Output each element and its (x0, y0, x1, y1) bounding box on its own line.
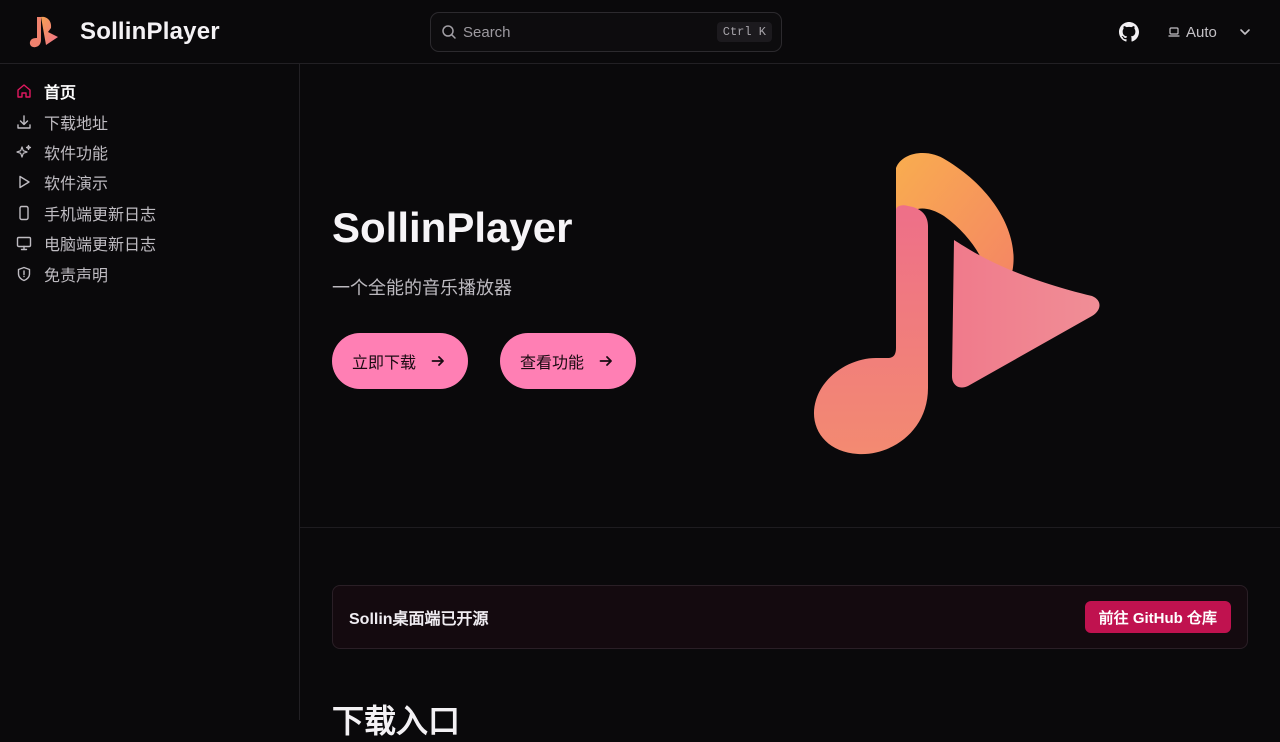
sidebar-item-label: 手机端更新日志 (44, 206, 157, 224)
sidebar-nav: 首页 下载地址 软件功能 软件演示 手机端更新日志 电脑端更新日志 免责声明 (0, 76, 299, 289)
main-content: SollinPlayer 一个全能的音乐播放器 立即下载 查看功能 Sollin… (300, 64, 1280, 739)
search-icon (442, 25, 456, 39)
sidebar-item-home[interactable]: 首页 (0, 76, 299, 106)
laptop-icon (1168, 27, 1180, 37)
sidebar-item-label: 软件功能 (44, 145, 109, 163)
shield-icon (16, 266, 32, 282)
section-divider (300, 527, 1280, 528)
play-icon (16, 174, 32, 190)
sidebar-item-desktop-changelog[interactable]: 电脑端更新日志 (0, 228, 299, 258)
download-now-button[interactable]: 立即下载 (332, 333, 468, 389)
arrow-right-icon (599, 356, 612, 366)
github-repo-button[interactable]: 前往 GitHub 仓库 (1084, 601, 1231, 633)
sidebar-item-label: 首页 (44, 85, 77, 103)
app-name: SollinPlayer (80, 18, 220, 45)
button-label: 立即下载 (352, 355, 417, 372)
home-icon (16, 83, 32, 99)
sidebar: 首页 下载地址 软件功能 软件演示 手机端更新日志 电脑端更新日志 免责声明 (0, 64, 300, 720)
sidebar-item-label: 下载地址 (44, 115, 109, 133)
chevron-down-icon[interactable] (1238, 25, 1252, 39)
banner-text: Sollin桌面端已开源 (349, 611, 489, 628)
sidebar-item-label: 免责声明 (44, 267, 109, 285)
hero-subtitle: 一个全能的音乐播放器 (332, 278, 512, 298)
download-section-title: 下载入口 (332, 703, 461, 739)
download-icon (16, 114, 32, 130)
monitor-icon (16, 235, 32, 251)
github-icon[interactable] (1119, 22, 1139, 42)
sidebar-item-label: 软件演示 (44, 176, 109, 194)
top-bar: SollinPlayer Search Ctrl K Auto (0, 0, 1280, 64)
sidebar-item-label: 电脑端更新日志 (44, 237, 157, 255)
search-input[interactable]: Search Ctrl K (430, 12, 782, 52)
sidebar-item-download[interactable]: 下载地址 (0, 106, 299, 136)
sidebar-item-disclaimer[interactable]: 免责声明 (0, 258, 299, 288)
open-source-banner: Sollin桌面端已开源 前往 GitHub 仓库 (332, 585, 1248, 649)
brand-link[interactable]: SollinPlayer (28, 14, 220, 50)
arrow-right-icon (431, 356, 444, 366)
hero-logo-image (813, 153, 1100, 455)
theme-label: Auto (1186, 23, 1217, 41)
theme-switcher[interactable]: Auto (1168, 20, 1217, 44)
smartphone-icon (16, 205, 32, 221)
search-shortcut-badge: Ctrl K (716, 22, 772, 42)
sidebar-item-features[interactable]: 软件功能 (0, 137, 299, 167)
sparkles-icon (16, 144, 32, 160)
hero-title: SollinPlayer (332, 204, 573, 251)
sidebar-item-mobile-changelog[interactable]: 手机端更新日志 (0, 198, 299, 228)
button-label: 查看功能 (520, 355, 585, 372)
sidebar-item-demo[interactable]: 软件演示 (0, 167, 299, 197)
music-logo-icon (29, 16, 58, 48)
search-placeholder: Search (463, 23, 511, 41)
view-features-button[interactable]: 查看功能 (500, 333, 636, 389)
